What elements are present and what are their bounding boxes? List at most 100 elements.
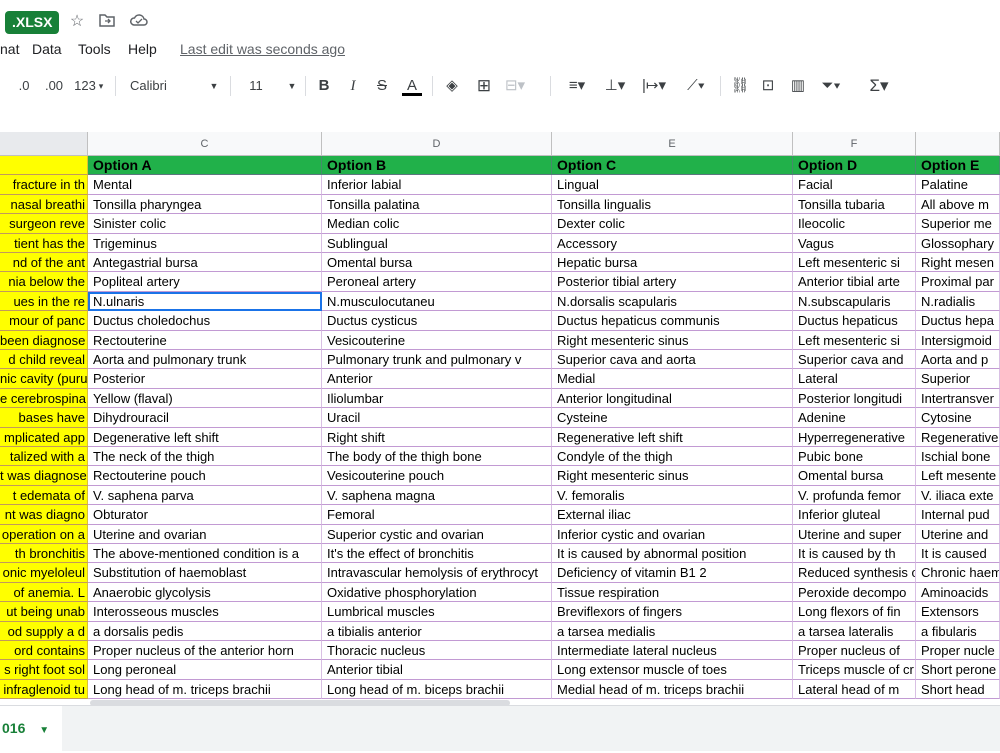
column-header-f[interactable]: F bbox=[793, 132, 916, 156]
option-cell[interactable]: a tarsea medialis bbox=[552, 621, 793, 641]
option-cell[interactable]: Right shift bbox=[322, 427, 552, 447]
option-cell[interactable]: The above-mentioned condition is a bbox=[88, 544, 322, 564]
option-header-cell[interactable]: Option B bbox=[322, 156, 552, 176]
star-icon[interactable]: ☆ bbox=[68, 13, 86, 31]
option-cell[interactable]: Interosseous muscles bbox=[88, 602, 322, 622]
question-cell[interactable]: talized with a bbox=[0, 447, 88, 467]
option-cell[interactable]: Reduced synthesis o bbox=[793, 563, 916, 583]
question-cell[interactable]: ord contains bbox=[0, 641, 88, 661]
option-cell[interactable]: Uracil bbox=[322, 408, 552, 428]
option-cell[interactable]: Breviflexors of fingers bbox=[552, 602, 793, 622]
option-cell[interactable]: Condyle of the thigh bbox=[552, 447, 793, 467]
option-cell[interactable]: It is caused by th bbox=[793, 544, 916, 564]
font-size-chevron-icon[interactable]: ▼ bbox=[286, 76, 298, 96]
option-cell[interactable]: N.subscapularis bbox=[793, 291, 916, 312]
option-cell[interactable]: Superior bbox=[916, 369, 1000, 389]
question-cell[interactable] bbox=[0, 156, 88, 176]
option-cell[interactable]: Adenine bbox=[793, 408, 916, 428]
option-cell[interactable]: a tibialis anterior bbox=[322, 621, 552, 641]
option-cell[interactable]: V. iliaca exte bbox=[916, 485, 1000, 506]
option-cell[interactable]: Tissue respiration bbox=[552, 582, 793, 603]
question-cell[interactable]: nia below the bbox=[0, 272, 88, 292]
option-cell[interactable]: Cysteine bbox=[552, 408, 793, 428]
option-cell[interactable]: N.radialis bbox=[916, 291, 1000, 312]
option-cell[interactable]: Omental bursa bbox=[322, 253, 552, 273]
question-cell[interactable]: bases have bbox=[0, 408, 88, 428]
option-cell[interactable]: Proper nucle bbox=[916, 641, 1000, 661]
text-color-button[interactable]: A bbox=[402, 76, 422, 96]
option-cell[interactable]: V. femoralis bbox=[552, 485, 793, 506]
column-header-b[interactable] bbox=[0, 132, 88, 156]
option-cell[interactable]: Palatine bbox=[916, 175, 1000, 195]
option-cell[interactable]: Aminoacids bbox=[916, 582, 1000, 603]
insert-link-icon[interactable]: ⛓ bbox=[730, 76, 750, 96]
option-cell[interactable]: Left mesenteric si bbox=[793, 253, 916, 273]
option-cell[interactable]: Pulmonary trunk and pulmonary v bbox=[322, 350, 552, 370]
fill-color-icon[interactable]: ◈ bbox=[442, 76, 462, 96]
option-cell[interactable]: Omental bursa bbox=[793, 466, 916, 486]
option-cell[interactable]: N.ulnaris bbox=[88, 291, 322, 312]
option-cell[interactable]: External iliac bbox=[552, 505, 793, 525]
option-cell[interactable]: Lateral head of m bbox=[793, 679, 916, 699]
column-header-c[interactable]: C bbox=[88, 132, 322, 156]
option-cell[interactable]: Left mesenteric si bbox=[793, 330, 916, 350]
question-cell[interactable]: th bronchitis bbox=[0, 544, 88, 564]
option-cell[interactable]: It's the effect of bronchitis bbox=[322, 544, 552, 564]
font-chevron-icon[interactable]: ▼ bbox=[208, 76, 220, 96]
option-cell[interactable]: Lumbrical muscles bbox=[322, 602, 552, 622]
option-cell[interactable]: Ductus hepaticus communis bbox=[552, 311, 793, 331]
cloud-status-icon[interactable] bbox=[130, 13, 148, 31]
option-cell[interactable]: Dexter colic bbox=[552, 214, 793, 234]
option-cell[interactable]: V. saphena parva bbox=[88, 485, 322, 506]
menu-tools[interactable]: Tools bbox=[78, 41, 111, 57]
option-cell[interactable]: Triceps muscle of cr bbox=[793, 660, 916, 680]
text-wrap-icon[interactable]: |↦▾ bbox=[638, 76, 670, 96]
merge-cells-icon[interactable]: ⊟▾ bbox=[504, 76, 526, 96]
option-cell[interactable]: Uterine and bbox=[916, 524, 1000, 544]
question-cell[interactable]: ut being unab bbox=[0, 602, 88, 622]
option-cell[interactable]: a dorsalis pedis bbox=[88, 621, 322, 641]
option-cell[interactable]: Hepatic bursa bbox=[552, 253, 793, 273]
option-cell[interactable]: Rectouterine bbox=[88, 330, 322, 350]
option-cell[interactable]: Regenerative left shift bbox=[552, 427, 793, 447]
question-cell[interactable]: of anemia. L bbox=[0, 582, 88, 603]
option-cell[interactable]: Oxidative phosphorylation bbox=[322, 582, 552, 603]
option-cell[interactable]: Long peroneal bbox=[88, 660, 322, 680]
option-cell[interactable]: Femoral bbox=[322, 505, 552, 525]
option-cell[interactable]: Peroxide decompo bbox=[793, 582, 916, 603]
option-cell[interactable]: Short head bbox=[916, 679, 1000, 699]
question-cell[interactable]: nt was diagno bbox=[0, 505, 88, 525]
option-cell[interactable]: Long extensor muscle of toes bbox=[552, 660, 793, 680]
option-cell[interactable]: Ductus choledochus bbox=[88, 311, 322, 331]
option-cell[interactable]: Ileocolic bbox=[793, 214, 916, 234]
option-cell[interactable]: Uterine and super bbox=[793, 524, 916, 544]
option-cell[interactable]: Iliolumbar bbox=[322, 388, 552, 409]
option-cell[interactable]: Intertransver bbox=[916, 388, 1000, 409]
font-size-select[interactable]: 11 bbox=[246, 76, 266, 96]
question-cell[interactable]: od supply a d bbox=[0, 621, 88, 641]
menu-format[interactable]: nat bbox=[0, 41, 19, 57]
option-cell[interactable]: a fibularis bbox=[916, 621, 1000, 641]
borders-icon[interactable]: ⊞ bbox=[474, 76, 494, 96]
option-cell[interactable]: Left mesente bbox=[916, 466, 1000, 486]
option-cell[interactable]: Medial bbox=[552, 369, 793, 389]
increase-decimal-button[interactable]: .00 bbox=[42, 76, 66, 96]
option-cell[interactable]: Lateral bbox=[793, 369, 916, 389]
sheet-tab-chevron-icon[interactable]: ▼ bbox=[39, 725, 49, 736]
option-cell[interactable]: Intersigmoid bbox=[916, 330, 1000, 350]
option-cell[interactable]: Glossophary bbox=[916, 233, 1000, 253]
option-cell[interactable]: Proper nucleus of the anterior horn bbox=[88, 641, 322, 661]
option-cell[interactable]: Vesicouterine bbox=[322, 330, 552, 350]
option-cell[interactable]: N.dorsalis scapularis bbox=[552, 291, 793, 312]
option-cell[interactable]: Rectouterine pouch bbox=[88, 466, 322, 486]
insert-chart-icon[interactable]: ▥ bbox=[788, 76, 808, 96]
option-cell[interactable]: Tonsilla palatina bbox=[322, 194, 552, 215]
decrease-decimal-button[interactable]: .0 bbox=[14, 76, 34, 96]
spreadsheet-grid[interactable]: C D E F Option A Option B Option C Option D… bbox=[0, 132, 1000, 699]
option-cell[interactable]: Right mesenteric sinus bbox=[552, 466, 793, 486]
option-header-cell[interactable]: Option E bbox=[916, 156, 1000, 176]
question-cell[interactable]: t edemata of bbox=[0, 485, 88, 506]
option-cell[interactable]: Vesicouterine pouch bbox=[322, 466, 552, 486]
option-cell[interactable]: Medial head of m. triceps brachii bbox=[552, 679, 793, 699]
question-cell[interactable]: been diagnose bbox=[0, 330, 88, 350]
